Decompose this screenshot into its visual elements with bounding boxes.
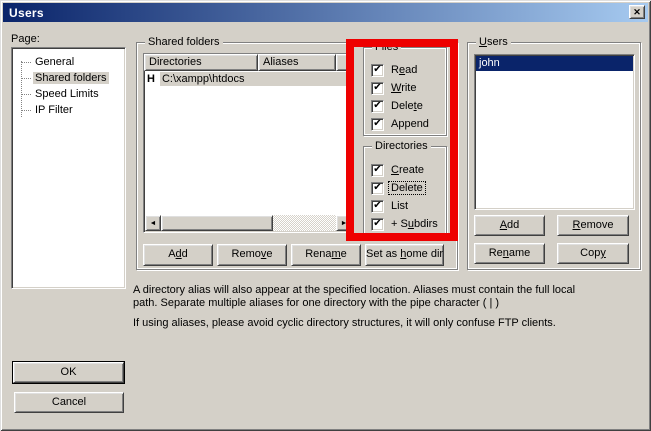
delete-directories-checkbox-row[interactable]: ✔ Delete — [371, 179, 446, 197]
files-permissions-group: Files ✔ Read ✔ Write ✔ Delete ✔ Append — [363, 47, 447, 136]
scroll-right-button[interactable]: ► — [336, 215, 352, 231]
delete-directories-checkbox[interactable]: ✔ — [371, 182, 384, 195]
read-checkbox-row[interactable]: ✔ Read — [371, 61, 446, 79]
users-dialog: Users ✕ Page: General Shared folders Spe… — [0, 0, 651, 431]
check-icon: ✔ — [373, 201, 381, 211]
list-checkbox[interactable]: ✔ — [371, 200, 384, 213]
check-icon: ✔ — [373, 119, 381, 129]
scroll-left-button[interactable]: ◄ — [145, 215, 161, 231]
directories-permissions-group: Directories ✔ Create ✔ Delete ✔ List ✔ +… — [363, 146, 447, 238]
page-item-general[interactable]: General — [12, 54, 125, 70]
check-icon: ✔ — [373, 65, 381, 75]
append-checkbox[interactable]: ✔ — [371, 118, 384, 131]
scrollbar-track[interactable] — [273, 215, 336, 231]
set-as-home-dir-button[interactable]: Set as home dir — [365, 244, 444, 266]
subdirs-checkbox-row[interactable]: ✔ + Subdirs — [371, 215, 446, 233]
column-header-directories[interactable]: Directories — [144, 54, 258, 71]
window-title: Users — [3, 6, 44, 20]
remove-user-button[interactable]: Remove — [557, 215, 629, 236]
write-checkbox-row[interactable]: ✔ Write — [371, 79, 446, 97]
column-header-aliases[interactable]: Aliases — [258, 54, 336, 71]
list-checkbox-row[interactable]: ✔ List — [371, 197, 446, 215]
directory-path: C:\xampp\htdocs — [160, 72, 347, 86]
horizontal-scrollbar[interactable]: ◄ ► — [145, 215, 352, 231]
page-item-shared-folders[interactable]: Shared folders — [12, 70, 125, 86]
arrow-right-icon: ► — [341, 220, 348, 227]
rename-user-button[interactable]: Rename — [474, 243, 545, 264]
add-directory-button[interactable]: Add — [143, 244, 213, 266]
check-icon: ✔ — [373, 165, 381, 175]
alias-help-text: A directory alias will also appear at th… — [133, 284, 645, 330]
users-group-label: Users — [476, 36, 511, 49]
write-checkbox[interactable]: ✔ — [371, 82, 384, 95]
check-icon: ✔ — [373, 83, 381, 93]
rename-directory-button[interactable]: Rename — [291, 244, 361, 266]
column-header-filler — [336, 54, 353, 71]
directories-listview: Directories Aliases H C:\xampp\htdocs ◄ … — [143, 53, 354, 233]
create-checkbox[interactable]: ✔ — [371, 164, 384, 177]
copy-user-button[interactable]: Copy — [557, 243, 629, 264]
check-icon: ✔ — [373, 183, 381, 193]
page-item-ip-filter[interactable]: IP Filter — [12, 102, 125, 118]
check-icon: ✔ — [373, 219, 381, 229]
subdirs-checkbox[interactable]: ✔ — [371, 218, 384, 231]
delete-files-checkbox-row[interactable]: ✔ Delete — [371, 97, 446, 115]
page-item-speed-limits[interactable]: Speed Limits — [12, 86, 125, 102]
files-group-label: Files — [372, 41, 401, 54]
check-icon: ✔ — [373, 101, 381, 111]
page-label: Page: — [11, 33, 40, 45]
arrow-left-icon: ◄ — [150, 220, 157, 227]
help-line-2: path. Separate multiple aliases for one … — [133, 297, 645, 310]
help-line-3: If using aliases, please avoid cyclic di… — [133, 317, 645, 330]
ok-button[interactable]: OK — [13, 362, 124, 383]
users-list: john — [474, 54, 635, 210]
close-icon: ✕ — [633, 8, 641, 17]
delete-files-checkbox[interactable]: ✔ — [371, 100, 384, 113]
append-checkbox-row[interactable]: ✔ Append — [371, 115, 446, 133]
home-flag: H — [147, 73, 155, 85]
read-checkbox[interactable]: ✔ — [371, 64, 384, 77]
create-checkbox-row[interactable]: ✔ Create — [371, 161, 446, 179]
title-bar: Users ✕ — [3, 3, 648, 22]
remove-directory-button[interactable]: Remove — [217, 244, 287, 266]
page-tree: General Shared folders Speed Limits IP F… — [11, 47, 126, 289]
directories-group-label: Directories — [372, 140, 431, 153]
directory-row[interactable]: H C:\xampp\htdocs — [144, 71, 353, 87]
scrollbar-thumb[interactable] — [161, 215, 273, 231]
cancel-button[interactable]: Cancel — [14, 392, 124, 413]
listview-header: Directories Aliases — [144, 54, 353, 71]
shared-folders-group-label: Shared folders — [145, 36, 223, 49]
help-line-1: A directory alias will also appear at th… — [133, 284, 645, 297]
user-list-item-john[interactable]: john — [476, 56, 633, 71]
add-user-button[interactable]: Add — [474, 215, 545, 236]
close-button[interactable]: ✕ — [629, 5, 645, 19]
